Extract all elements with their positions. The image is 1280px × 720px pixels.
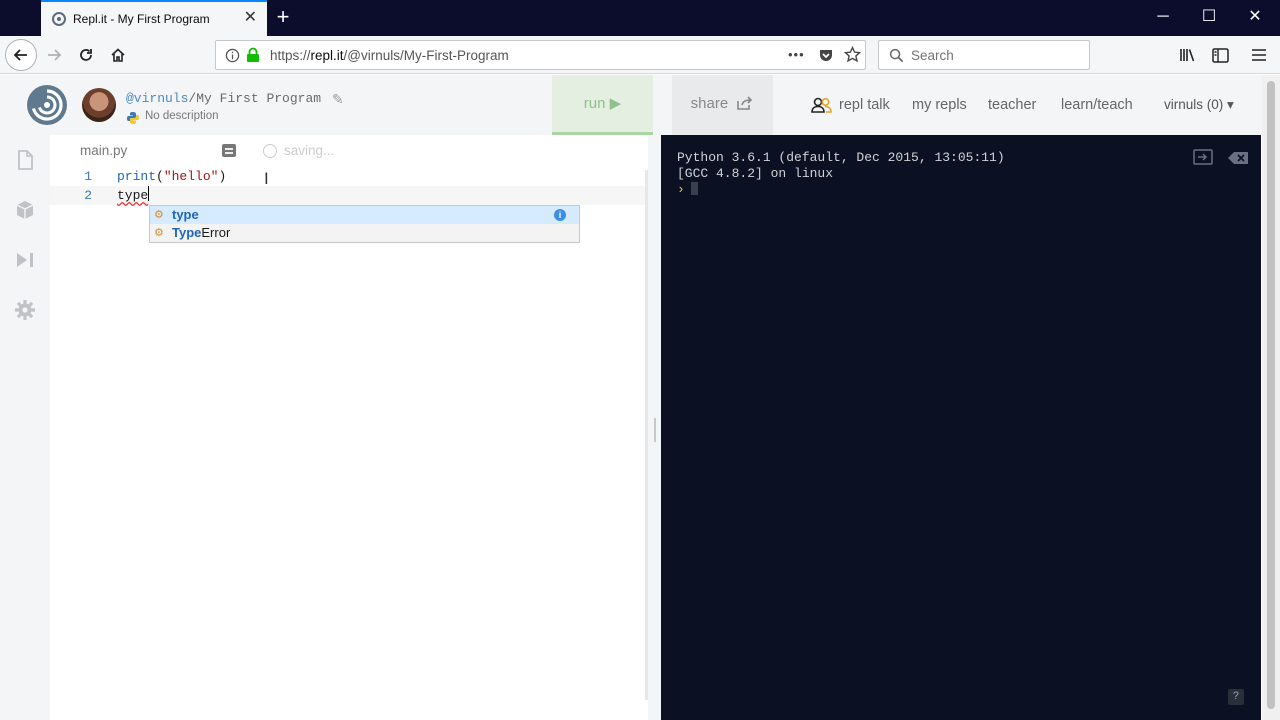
reload-icon	[80, 49, 92, 61]
minimize-button[interactable]: ─	[1140, 0, 1186, 34]
replit-logo-icon[interactable]	[26, 84, 68, 126]
tab-close-icon[interactable]: ✕	[244, 9, 257, 27]
info-icon[interactable]	[225, 48, 240, 63]
replit-favicon-icon	[52, 12, 66, 26]
sidebar-button[interactable]	[1206, 41, 1234, 69]
close-window-button[interactable]: ✕	[1232, 0, 1278, 34]
clear-console-icon[interactable]	[1228, 152, 1248, 164]
tab-title: Repl.it - My First Program	[73, 12, 210, 26]
console-pane[interactable]: Python 3.6.1 (default, Dec 2015, 13:05:1…	[661, 135, 1261, 720]
suggestion-label: TypeError	[172, 225, 231, 240]
line-number: 2	[84, 188, 92, 203]
code-text[interactable]: print("hello")	[117, 167, 226, 186]
avatar[interactable]	[82, 88, 116, 122]
packages-icon[interactable]	[14, 199, 36, 221]
saving-history-icon	[263, 144, 277, 158]
files-icon[interactable]	[14, 149, 36, 171]
new-tab-button[interactable]: +	[272, 4, 294, 30]
console-output-line: [GCC 4.8.2] on linux	[677, 166, 834, 181]
code-line[interactable]: 1 print("hello") I	[50, 167, 648, 188]
reload-button[interactable]	[72, 41, 100, 69]
method-icon: ⚙	[154, 209, 164, 221]
scrollbar-thumb[interactable]	[1267, 81, 1275, 709]
console-prompt-line[interactable]: ›	[677, 182, 698, 198]
run-button[interactable]: run ▶	[552, 75, 653, 135]
repl-talk-link[interactable]: repl talk	[839, 97, 890, 113]
home-icon	[111, 48, 125, 62]
user-menu-dropdown[interactable]: virnuls (0) ▾	[1164, 97, 1234, 113]
code-editor[interactable]: 1 print("hello") I 2 type	[50, 167, 648, 720]
share-button[interactable]: share	[672, 75, 773, 135]
share-label: share	[690, 95, 729, 112]
editor-tab-strip: main.py saving...	[50, 135, 648, 167]
home-button[interactable]	[104, 41, 132, 69]
menu-button[interactable]	[1245, 41, 1273, 69]
sidebar-icon	[1211, 47, 1229, 63]
debugger-step-icon[interactable]	[14, 249, 36, 271]
prompt-chevron-icon: ›	[677, 182, 685, 197]
pocket-icon[interactable]	[818, 47, 834, 63]
settings-gear-icon[interactable]	[14, 299, 36, 321]
share-arrow-icon	[737, 96, 753, 110]
suggestion-label: type	[172, 207, 199, 222]
caret	[148, 186, 150, 201]
back-button[interactable]	[5, 39, 37, 71]
python-icon	[127, 112, 139, 124]
code-text[interactable]: type	[117, 186, 150, 205]
suggestion-item[interactable]: ⚙ type i	[150, 206, 579, 224]
maximize-button[interactable]: ☐	[1186, 0, 1232, 34]
fullscreen-console-icon[interactable]	[1193, 149, 1213, 165]
browser-tab-active[interactable]: Repl.it - My First Program ✕	[41, 0, 267, 36]
search-placeholder: Search	[911, 48, 954, 63]
splitter-handle[interactable]	[654, 418, 656, 442]
pane-splitter[interactable]	[648, 135, 661, 720]
code-line[interactable]: 2 type	[50, 186, 648, 205]
my-repls-link[interactable]: my repls	[912, 97, 967, 113]
library-button[interactable]	[1174, 41, 1202, 69]
hamburger-menu-icon	[1252, 49, 1266, 61]
teacher-link[interactable]: teacher	[988, 97, 1036, 113]
url-bar[interactable]: https://repl.it/@virnuls/My-First-Progra…	[215, 40, 866, 70]
library-icon	[1180, 49, 1195, 62]
console-cursor	[690, 182, 698, 195]
url-text[interactable]: https://repl.it/@virnuls/My-First-Progra…	[270, 48, 509, 63]
browser-titlebar: Repl.it - My First Program ✕ + ─ ☐ ✕	[0, 0, 1280, 36]
saving-status: saving...	[284, 143, 335, 158]
browser-navbar: https://repl.it/@virnuls/My-First-Progra…	[0, 36, 1280, 74]
project-title[interactable]: @virnuls/My First Program	[126, 91, 321, 106]
bookmark-star-icon[interactable]	[844, 46, 861, 63]
learn-teach-link[interactable]: learn/teach	[1061, 97, 1133, 113]
page-actions-icon[interactable]: •••	[788, 47, 805, 62]
forward-button[interactable]	[40, 41, 68, 69]
info-icon[interactable]: i	[554, 209, 566, 221]
autocomplete-popup: ⚙ type i ⚙ TypeError	[149, 205, 580, 243]
suggestion-item[interactable]: ⚙ TypeError	[150, 224, 579, 242]
console-output-line: Python 3.6.1 (default, Dec 2015, 13:05:1…	[677, 150, 1005, 165]
search-bar[interactable]: Search	[878, 40, 1090, 70]
line-number: 1	[84, 169, 92, 184]
file-menu-icon[interactable]	[222, 144, 236, 157]
edit-pencil-icon[interactable]: ✎	[332, 91, 344, 108]
repl-talk-users-icon	[811, 97, 832, 113]
arrow-left-icon	[13, 49, 27, 61]
page-scrollbar[interactable]	[1262, 75, 1280, 720]
left-sidebar	[0, 135, 50, 720]
arrow-right-icon	[48, 49, 62, 61]
method-icon: ⚙	[154, 227, 164, 239]
help-icon[interactable]: ?	[1228, 689, 1244, 705]
lock-icon[interactable]	[246, 47, 260, 63]
project-description[interactable]: No description	[145, 110, 219, 122]
repl-header: @virnuls/My First Program ✎ No descripti…	[0, 75, 1262, 135]
tab-main-py[interactable]: main.py	[80, 143, 127, 158]
search-icon	[889, 48, 904, 63]
